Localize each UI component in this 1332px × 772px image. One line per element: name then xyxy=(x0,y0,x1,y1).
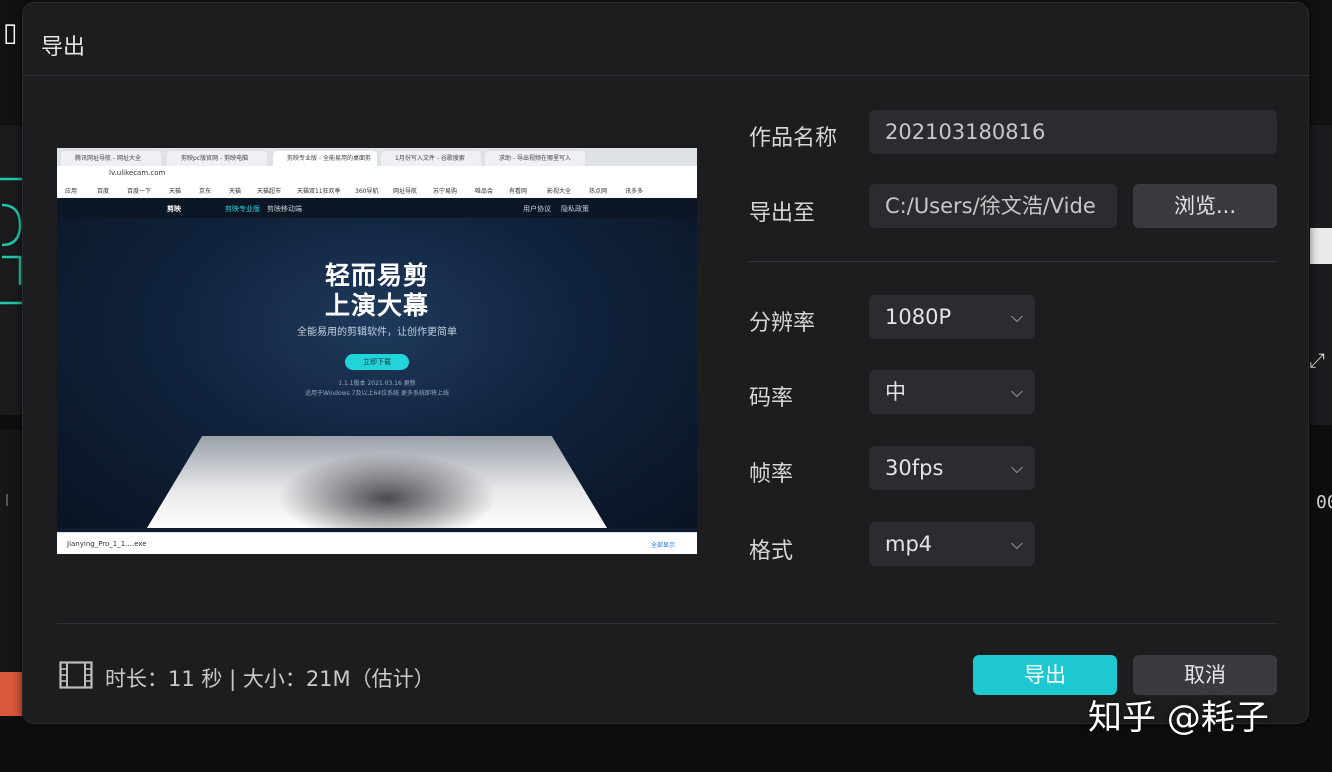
resolution-select[interactable]: 1080P ⌵ xyxy=(869,295,1035,339)
export-to-label: 导出至 xyxy=(749,201,816,226)
preview-nav-item: 剪映专业版 xyxy=(225,205,260,213)
app-logo: ▯ xyxy=(3,18,18,48)
chevron-down-icon: ⌵ xyxy=(1010,534,1023,553)
format-label: 格式 xyxy=(749,539,794,564)
format-select[interactable]: mp4 ⌵ xyxy=(869,522,1035,566)
preview-site-nav: 剪映 剪映专业版 剪映移动端 用户协议 隐私政策 xyxy=(57,198,697,218)
bitrate-select[interactable]: 中 ⌵ xyxy=(869,370,1035,414)
framerate-label: 帧率 xyxy=(749,462,794,487)
preview-address-bar: lv.ulikecam.com xyxy=(57,166,697,182)
timeline-tick xyxy=(6,494,8,506)
video-preview: 腾讯网址导航 - 网址大全 剪映pc版官网 - 剪映电脑 剪映专业版 - 全能易… xyxy=(57,148,697,554)
preview-bookmark: 京东 xyxy=(199,188,212,195)
background-left-lower-panel xyxy=(0,430,22,680)
background-timecode: 00 xyxy=(1316,492,1332,513)
form-divider xyxy=(749,261,1277,262)
framerate-value: 30fps xyxy=(885,456,944,480)
zhihu-watermark: 知乎 @耗子 xyxy=(1088,698,1269,738)
preview-bookmark: 讯多多 xyxy=(625,188,644,195)
browse-button[interactable]: 浏览... xyxy=(1133,184,1277,228)
preview-hero-line2: 上演大幕 xyxy=(324,291,429,320)
footer-divider xyxy=(57,623,1277,624)
preview-bookmark: 百度 xyxy=(97,188,110,195)
preview-bookmark: 天猫 xyxy=(169,188,182,195)
framerate-select[interactable]: 30fps ⌵ xyxy=(869,446,1035,490)
background-clip-orange xyxy=(0,672,22,716)
duration-size-info: 时长：11 秒 | 大小：21M（估计） xyxy=(105,667,435,691)
preview-tab: 剪映pc版官网 - 剪映电脑 xyxy=(167,151,267,166)
preview-address-text: lv.ulikecam.com xyxy=(109,169,166,177)
preview-bookmark: 百度一下 xyxy=(127,188,152,195)
background-right-white xyxy=(1310,228,1332,264)
chevron-down-icon: ⌵ xyxy=(1010,307,1023,326)
preview-hero: 轻而易剪 上演大幕 全能易用的剪辑软件，让创作更简单 立即下载 1.1.1版本 … xyxy=(57,218,697,528)
preview-bookmark: 苏宁易购 xyxy=(433,188,458,195)
resolution-label: 分辨率 xyxy=(749,311,816,336)
preview-bookmark: 天猫超市 xyxy=(257,188,282,195)
cancel-button[interactable]: 取消 xyxy=(1133,655,1277,695)
preview-bookmark: 天猫 xyxy=(229,188,242,195)
export-dialog: 导出 腾讯网址导航 - 网址大全 剪映pc版官网 - 剪映电脑 剪映专业版 - … xyxy=(22,2,1309,724)
preview-bookmark: 网址导航 xyxy=(393,188,418,195)
preview-tab: 求助 - 导出视频在哪里写入 xyxy=(485,151,585,166)
export-path-input[interactable] xyxy=(869,184,1117,228)
preview-bookmarks-bar: 应用 百度 百度一下 天猫 京东 天猫 天猫超市 天猫双11狂欢季 360导航 … xyxy=(57,182,697,199)
bitrate-value: 中 xyxy=(885,380,906,404)
preview-bookmark: 热点网 xyxy=(589,188,608,195)
preview-hand-shadow xyxy=(277,453,497,528)
preview-bookmark: 天猫双11狂欢季 xyxy=(297,188,341,195)
preview-version-text: 1.1.1版本 2021.03.16 更新 xyxy=(338,380,416,387)
preview-nav-item: 隐私政策 xyxy=(561,205,589,213)
name-label: 作品名称 xyxy=(749,126,838,151)
dialog-title: 导出 xyxy=(41,35,86,60)
film-icon xyxy=(59,661,93,689)
name-input[interactable] xyxy=(869,110,1277,154)
preview-nav-item: 用户协议 xyxy=(523,205,551,213)
background-right-panel xyxy=(1310,125,1332,425)
preview-site-logo: 剪映 xyxy=(167,205,181,213)
preview-download-file: Jianying_Pro_1_1....exe xyxy=(67,540,147,548)
export-button[interactable]: 导出 xyxy=(973,655,1117,695)
chevron-down-icon: ⌵ xyxy=(1010,382,1023,401)
preview-bookmark: 有看网 xyxy=(509,188,528,195)
preview-bookmark: 唯品会 xyxy=(475,188,494,195)
preview-bookmark: 应用 xyxy=(65,188,78,195)
preview-browser-tabs: 腾讯网址导航 - 网址大全 剪映pc版官网 - 剪映电脑 剪映专业版 - 全能易… xyxy=(57,148,697,166)
bitrate-label: 码率 xyxy=(749,386,794,411)
preview-tab: 剪映专业版 - 全能易用的桌面剪 xyxy=(273,151,377,166)
dialog-header: 导出 xyxy=(23,3,1308,76)
preview-download-button: 立即下载 xyxy=(345,354,409,370)
neon-sign-decoration xyxy=(0,177,22,305)
preview-tab: 1月份写入文件 - 谷歌搜索 xyxy=(381,151,481,166)
resolution-value: 1080P xyxy=(885,305,952,329)
format-value: mp4 xyxy=(885,532,933,556)
fullscreen-icon[interactable]: ⤢ xyxy=(1309,348,1331,376)
preview-download-show-all: 全部显示 xyxy=(650,542,675,549)
preview-version-text: 适用于Windows 7及以上64位系统 更多系统即将上线 xyxy=(304,390,450,397)
preview-hero-subtitle: 全能易用的剪辑软件，让创作更简单 xyxy=(297,327,457,338)
preview-download-bar: Jianying_Pro_1_1....exe 全部显示 xyxy=(57,532,697,554)
preview-bookmark: 360导航 xyxy=(355,188,379,195)
preview-tab: 腾讯网址导航 - 网址大全 xyxy=(61,151,161,166)
chevron-down-icon: ⌵ xyxy=(1010,458,1023,477)
preview-bookmark: 影视大全 xyxy=(547,188,572,195)
preview-nav-item: 剪映移动端 xyxy=(267,205,302,213)
